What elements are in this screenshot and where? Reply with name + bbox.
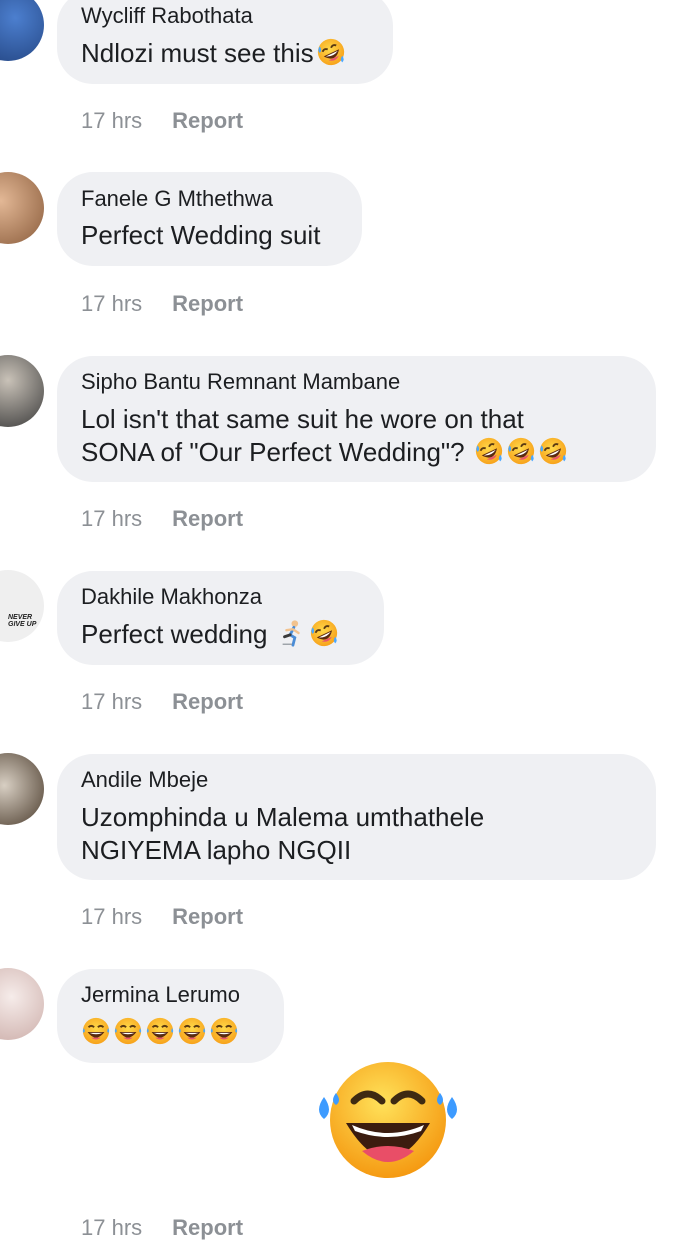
comment-time[interactable]: 17 hrs bbox=[81, 689, 142, 714]
rofl-icon bbox=[309, 618, 339, 648]
comment-bubble: Fanele G Mthethwa Perfect Wedding suit bbox=[57, 172, 362, 266]
report-button[interactable]: Report bbox=[172, 291, 243, 316]
comment-meta: 17 hrs Report bbox=[81, 291, 243, 317]
tears-of-joy-icon bbox=[113, 1016, 143, 1046]
comment-time[interactable]: 17 hrs bbox=[81, 291, 142, 316]
comment-text-line2: SONA of "Our Perfect Wedding"? bbox=[81, 436, 568, 469]
comment-author[interactable]: Dakhile Makhonza bbox=[81, 584, 262, 610]
comment-time[interactable]: 17 hrs bbox=[81, 1215, 142, 1240]
comment-meta: 17 hrs Report bbox=[81, 506, 243, 532]
avatar[interactable] bbox=[0, 0, 44, 61]
tears-of-joy-icon bbox=[209, 1016, 239, 1046]
rofl-icon bbox=[316, 37, 346, 67]
comment-text: Perfect wedding bbox=[81, 618, 339, 651]
comment-author[interactable]: Andile Mbeje bbox=[81, 767, 208, 793]
tears-of-joy-icon bbox=[177, 1016, 207, 1046]
avatar[interactable] bbox=[0, 355, 44, 427]
report-button[interactable]: Report bbox=[172, 1215, 243, 1240]
report-button[interactable]: Report bbox=[172, 108, 243, 133]
comment-meta: 17 hrs Report bbox=[81, 904, 243, 930]
comment-text bbox=[79, 1016, 239, 1049]
comment-text-line1: Uzomphinda u Malema umthathele bbox=[81, 802, 485, 832]
avatar[interactable] bbox=[0, 172, 44, 244]
rofl-icon bbox=[474, 436, 504, 466]
runner-icon bbox=[277, 618, 307, 648]
comment-bubble: Jermina Lerumo bbox=[57, 969, 284, 1063]
avatar[interactable]: NEVER GIVE UP bbox=[0, 570, 44, 642]
comment-meta: 17 hrs Report bbox=[81, 689, 243, 715]
report-button[interactable]: Report bbox=[172, 689, 243, 714]
comment-bubble: Andile Mbeje Uzomphinda u Malema umthath… bbox=[57, 754, 656, 880]
comment-text-content: Perfect wedding bbox=[81, 619, 268, 649]
comment-bubble: Sipho Bantu Remnant Mambane Lol isn't th… bbox=[57, 356, 656, 482]
comment-text: Perfect Wedding suit bbox=[81, 220, 321, 250]
comment-time[interactable]: 17 hrs bbox=[81, 506, 142, 531]
comment-text-content: SONA of "Our Perfect Wedding"? bbox=[81, 437, 465, 467]
comment-author[interactable]: Sipho Bantu Remnant Mambane bbox=[81, 369, 400, 395]
avatar[interactable] bbox=[0, 968, 44, 1040]
comment-meta: 17 hrs Report bbox=[81, 108, 243, 134]
tears-of-joy-icon bbox=[81, 1016, 111, 1046]
comment-author[interactable]: Wycliff Rabothata bbox=[81, 3, 253, 29]
comment-bubble: Dakhile Makhonza Perfect wedding bbox=[57, 571, 384, 665]
comment-text-line2: NGIYEMA lapho NGQII bbox=[81, 835, 352, 865]
comment-time[interactable]: 17 hrs bbox=[81, 904, 142, 929]
avatar-caption: NEVER GIVE UP bbox=[8, 614, 37, 628]
comment-bubble: Wycliff Rabothata Ndlozi must see this bbox=[57, 0, 393, 84]
comment-meta: 17 hrs Report bbox=[81, 1215, 243, 1241]
comment-author[interactable]: Jermina Lerumo bbox=[81, 982, 240, 1008]
comment-text: Ndlozi must see this bbox=[81, 37, 346, 70]
rofl-icon bbox=[506, 436, 536, 466]
comment-time[interactable]: 17 hrs bbox=[81, 108, 142, 133]
comment-text-line1: Lol isn't that same suit he wore on that bbox=[81, 404, 524, 434]
comment-text-content: Ndlozi must see this bbox=[81, 38, 314, 68]
avatar[interactable] bbox=[0, 753, 44, 825]
report-button[interactable]: Report bbox=[172, 506, 243, 531]
rofl-icon bbox=[538, 436, 568, 466]
report-button[interactable]: Report bbox=[172, 904, 243, 929]
comment-author[interactable]: Fanele G Mthethwa bbox=[81, 186, 273, 212]
tears-of-joy-sticker[interactable] bbox=[318, 1057, 458, 1183]
tears-of-joy-icon bbox=[145, 1016, 175, 1046]
